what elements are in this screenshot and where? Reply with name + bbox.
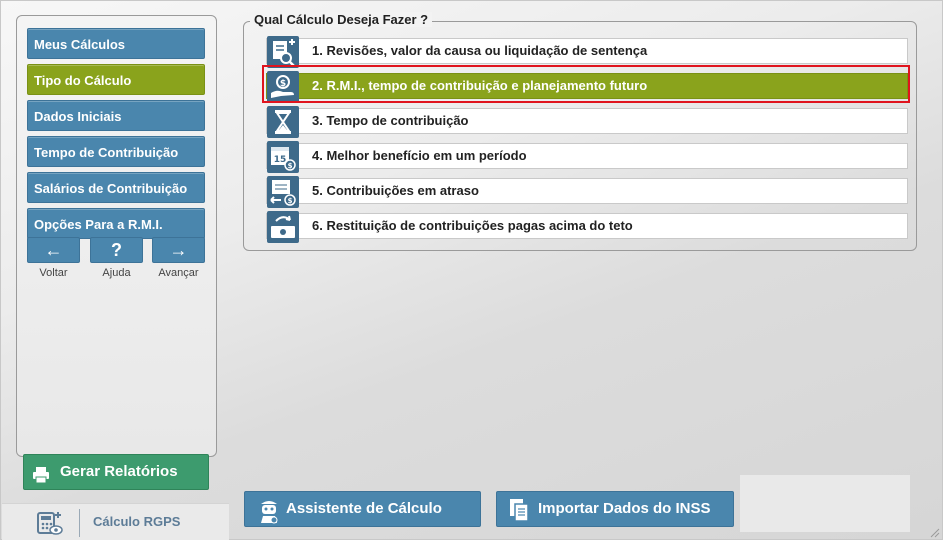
generate-reports-button[interactable]: Gerar Relatórios <box>23 454 209 490</box>
help-label: Ajuda <box>102 267 131 279</box>
arrow-right-icon: → <box>169 240 188 260</box>
selection-highlight <box>262 65 910 103</box>
option-label: 4. Melhor benefício em um período <box>312 148 527 163</box>
assistant-robot-icon <box>255 496 283 537</box>
hourglass-icon <box>267 106 299 138</box>
option-label: 5. Contribuições em atraso <box>312 183 479 198</box>
calendar-money-icon: 15 $ <box>267 141 299 173</box>
app-name: Cálculo RGPS <box>93 514 181 529</box>
option-label: 6. Restituição de contribuições pagas ac… <box>312 218 633 233</box>
help-button[interactable]: ? <box>90 237 143 263</box>
option-contribuicoes-atraso[interactable]: $ 5. Contribuições em atraso <box>266 176 908 208</box>
sidebar-item-opcoes-rmi[interactable]: Opções Para a R.M.I. <box>27 208 205 239</box>
sidebar-item-dados-iniciais[interactable]: Dados Iniciais <box>27 100 205 131</box>
assistant-label: Assistente de Cálculo <box>286 500 442 517</box>
calculator-eye-icon <box>36 510 64 540</box>
calendar-transfer-icon: $ <box>267 176 299 208</box>
svg-text:$: $ <box>288 162 293 170</box>
question-icon: ? <box>111 240 122 260</box>
back-button[interactable]: ← <box>27 237 80 263</box>
document-search-icon <box>267 36 299 68</box>
group-title: Qual Cálculo Deseja Fazer ? <box>250 12 433 27</box>
option-label: 1. Revisões, valor da causa ou liquidaçã… <box>312 43 648 58</box>
option-restituicao[interactable]: 6. Restituição de contribuições pagas ac… <box>266 211 908 243</box>
logo-separator <box>79 509 80 537</box>
printer-icon <box>32 463 50 497</box>
import-inss-label: Importar Dados do INSS <box>538 500 711 517</box>
option-melhor-beneficio[interactable]: 15 $ 4. Melhor benefício em um período <box>266 141 908 173</box>
option-label: 3. Tempo de contribuição <box>312 113 469 128</box>
svg-text:$: $ <box>288 197 293 205</box>
sidebar-item-salarios-de-contribuicao[interactable]: Salários de Contribuição <box>27 172 205 203</box>
sidebar-item-tempo-de-contribuicao[interactable]: Tempo de Contribuição <box>27 136 205 167</box>
sidebar-item-meus-calculos[interactable]: Meus Cálculos <box>27 28 205 59</box>
empty-panel <box>740 475 910 532</box>
arrow-left-icon: ← <box>44 240 63 260</box>
documents-icon <box>507 496 533 537</box>
next-label: Avançar <box>158 267 199 279</box>
app-logo: Cálculo RGPS <box>2 503 229 540</box>
back-label: Voltar <box>39 267 68 279</box>
resize-grip-icon[interactable] <box>928 525 940 540</box>
cash-return-icon <box>267 211 299 243</box>
next-button[interactable]: → <box>152 237 205 263</box>
sidebar-item-tipo-do-calculo[interactable]: Tipo do Cálculo <box>27 64 205 95</box>
option-tempo-contribuicao[interactable]: 3. Tempo de contribuição <box>266 106 908 138</box>
generate-reports-label: Gerar Relatórios <box>60 463 178 480</box>
assistant-button[interactable]: Assistente de Cálculo <box>244 491 481 527</box>
app-window: Meus Cálculos Tipo do Cálculo Dados Inic… <box>0 0 943 540</box>
import-inss-button[interactable]: Importar Dados do INSS <box>496 491 734 527</box>
option-revisoes[interactable]: 1. Revisões, valor da causa ou liquidaçã… <box>266 36 908 68</box>
svg-text:15: 15 <box>274 155 287 165</box>
